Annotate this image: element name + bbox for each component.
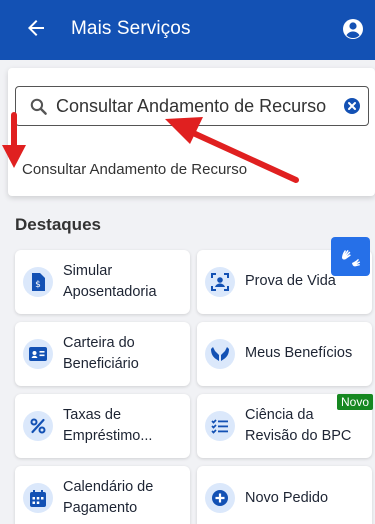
calendar-icon — [23, 483, 53, 513]
card-carteira-beneficiario[interactable]: Carteira do Beneficiário — [15, 322, 190, 386]
card-taxas-emprestimo[interactable]: Taxas de Empréstimo... — [15, 394, 190, 458]
card-label: Simular Aposentadoria — [63, 263, 157, 300]
card-label: Ciência da Revisão do BPC — [245, 407, 352, 444]
card-label: Calendário de Pagamento — [63, 479, 154, 516]
card-novo-pedido[interactable]: Novo Pedido — [197, 466, 372, 524]
suggestion-item[interactable]: Consultar Andamento de Recurso — [22, 161, 247, 178]
card-simular-aposentadoria[interactable]: $ Simular Aposentadoria — [15, 250, 190, 314]
card-label: Meus Benefícios — [245, 345, 353, 361]
hands-care-icon — [205, 339, 235, 369]
document-money-icon: $ — [23, 267, 53, 297]
page-title: Mais Serviços — [71, 18, 191, 39]
card-meus-beneficios[interactable]: Meus Benefícios — [197, 322, 372, 386]
face-scan-icon — [205, 267, 235, 297]
user-circle-icon[interactable] — [341, 17, 365, 41]
checklist-icon — [205, 411, 235, 441]
svg-text:$: $ — [35, 280, 41, 290]
search-icon — [29, 97, 48, 116]
plus-circle-icon — [205, 483, 235, 513]
section-title: Destaques — [15, 215, 101, 234]
search-input[interactable] — [56, 94, 336, 118]
card-calendario-pagamento[interactable]: Calendário de Pagamento — [15, 466, 190, 524]
card-label: Carteira do Beneficiário — [63, 335, 139, 372]
percent-icon — [23, 411, 53, 441]
card-label: Taxas de Empréstimo... — [63, 407, 153, 444]
new-badge: Novo — [337, 394, 373, 410]
clear-circle-icon[interactable] — [344, 98, 360, 114]
app-header: Mais Serviços — [0, 0, 375, 60]
id-card-icon — [23, 339, 53, 369]
arrow-left-icon[interactable] — [24, 16, 48, 40]
sign-language-hands-icon[interactable] — [331, 237, 370, 276]
card-label: Novo Pedido — [245, 490, 329, 506]
search-box[interactable] — [15, 86, 369, 126]
